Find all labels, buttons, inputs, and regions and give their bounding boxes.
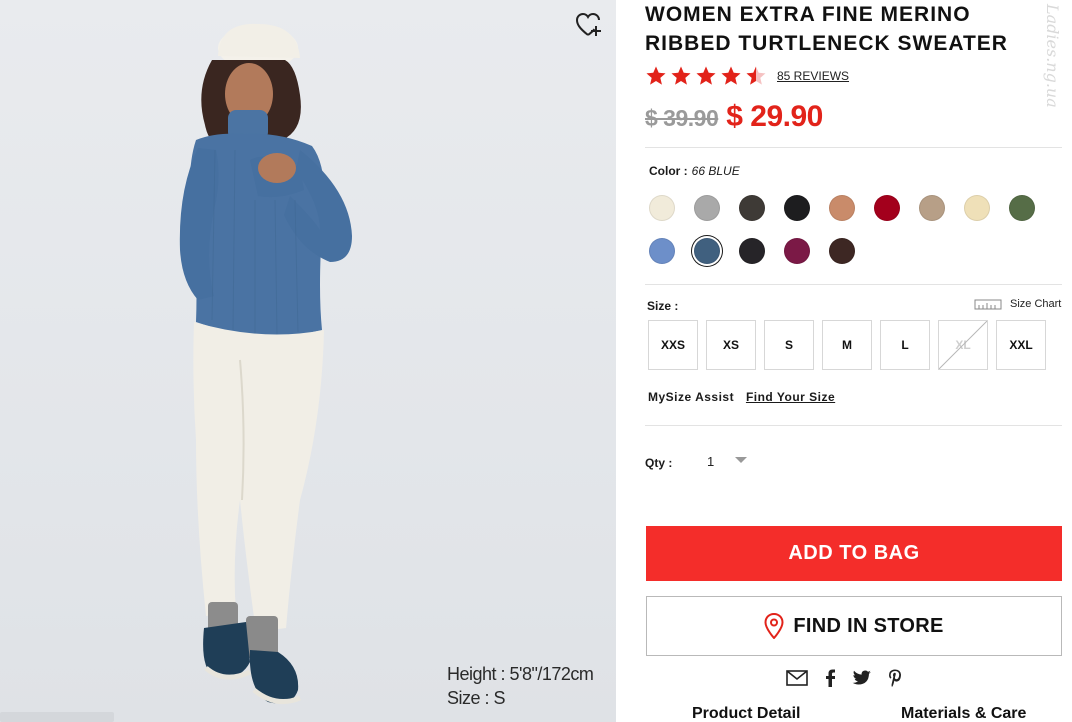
size-option-label: S [784,338,793,352]
divider [645,425,1062,426]
size-option-label: L [901,338,909,352]
chevron-down-icon [735,457,747,463]
heart-plus-icon [575,12,601,36]
size-option-xs[interactable]: XS [706,320,756,370]
divider [645,284,1062,285]
tab-materials-care[interactable]: Materials & Care [901,705,1026,722]
color-swatch-red[interactable] [874,195,900,221]
size-option-xl: XL [938,320,988,370]
divider [645,147,1062,148]
twitter-icon[interactable] [852,670,872,686]
tab-product-detail[interactable]: Product Detail [692,705,800,722]
product-panel: WOMEN EXTRA FINE MERINO RIBBED TURTLENEC… [645,0,1063,722]
wishlist-button[interactable] [575,12,603,38]
original-price: $ 39.90 [645,105,719,131]
color-swatch-beige[interactable] [919,195,945,221]
image-scrollbar[interactable] [0,712,114,722]
star-half-icon [746,66,766,85]
size-option-label: XXS [660,338,685,352]
rating: 85 REVIEWS [645,64,849,88]
size-option-label: XXL [1009,338,1033,352]
qty-label: Qty : [645,456,673,470]
mysize-assist: MySize Assist Find Your Size [648,390,835,404]
qty-select[interactable]: 1 [703,450,773,472]
color-swatch-green[interactable] [1009,195,1035,221]
size-option-label: M [842,338,852,352]
model-size: Size : S [447,688,506,708]
color-label: Color :66 BLUE [649,164,740,178]
star-rating [645,65,770,87]
size-chart-label: Size Chart [1010,298,1062,310]
price: $ 39.90 $ 29.90 [645,100,823,136]
find-in-store-label: FIND IN STORE [793,614,944,637]
star-full-icon [646,66,666,85]
color-label-key: Color : [649,164,688,178]
selected-color: 66 BLUE [691,164,740,178]
find-in-store-button[interactable]: FIND IN STORE [646,596,1062,656]
size-chart-link[interactable]: Size Chart [974,298,1061,310]
color-swatch-blue[interactable] [694,238,720,264]
mail-icon[interactable] [786,670,808,686]
product-title: WOMEN EXTRA FINE MERINO RIBBED TURTLENEC… [645,3,1008,55]
color-swatch-cream[interactable] [964,195,990,221]
add-to-bag-button[interactable]: ADD TO BAG [646,526,1062,581]
facebook-icon[interactable] [824,669,836,687]
star-full-icon [721,66,741,85]
size-option-xxl[interactable]: XXL [996,320,1046,370]
color-swatch-charcoal[interactable] [739,238,765,264]
share-icons [786,669,918,687]
product-image: Height : 5'8"/172cm Size : S [0,0,616,722]
watermark: Ladies.ng.ua [1043,4,1062,108]
size-option-m[interactable]: M [822,320,872,370]
color-swatch-terracotta[interactable] [829,195,855,221]
qty-value: 1 [707,453,715,469]
color-swatch-wine[interactable] [784,238,810,264]
size-option-s[interactable]: S [764,320,814,370]
color-swatch-gray[interactable] [694,195,720,221]
size-label: Size : [647,299,679,313]
unavailable-slash-icon [939,321,987,369]
model-caption: Height : 5'8"/172cm Size : S [447,662,594,710]
size-option-label: XS [722,338,739,352]
pinterest-icon[interactable] [888,669,902,687]
location-pin-icon [764,613,784,639]
model-height: Height : 5'8"/172cm [447,664,594,684]
model-illustration [179,23,352,705]
color-swatch-dark-brown[interactable] [829,238,855,264]
color-swatch-light-blue[interactable] [649,238,675,264]
color-swatch-black[interactable] [784,195,810,221]
ruler-icon [974,299,1002,310]
mysize-label: MySize Assist [648,390,735,404]
find-your-size-link[interactable]: Find Your Size [746,390,835,404]
reviews-link[interactable]: 85 REVIEWS [777,69,849,83]
star-full-icon [671,66,691,85]
size-option-xxs[interactable]: XXS [648,320,698,370]
size-option-l[interactable]: L [880,320,930,370]
color-swatch-dark-olive[interactable] [739,195,765,221]
star-full-icon [696,66,716,85]
sale-price: $ 29.90 [726,100,823,133]
color-swatch-off-white[interactable] [649,195,675,221]
